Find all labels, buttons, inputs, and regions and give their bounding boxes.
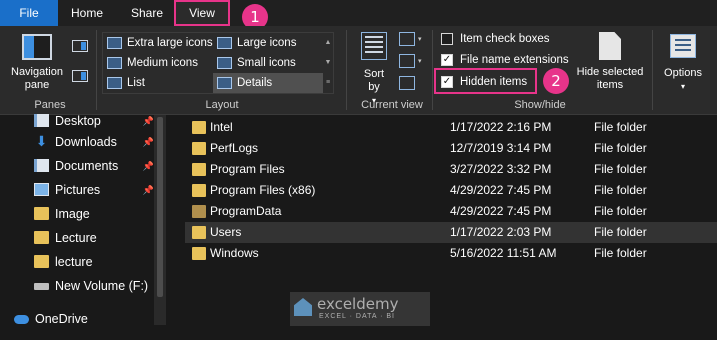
pin-icon: 📌 bbox=[142, 137, 154, 147]
ribbon-divider bbox=[432, 30, 433, 110]
tab-share[interactable]: Share bbox=[124, 0, 170, 26]
folder-icon bbox=[192, 247, 206, 260]
navigation-pane-button[interactable]: Navigation pane bbox=[6, 32, 68, 92]
navigation-pane-label: Navigation pane bbox=[11, 66, 63, 91]
step-badge-2: 2 bbox=[543, 68, 569, 94]
pin-icon: 📌 bbox=[142, 185, 154, 195]
document-icon bbox=[34, 159, 49, 172]
add-columns-icon[interactable] bbox=[399, 54, 415, 68]
ribbon-divider bbox=[652, 30, 653, 110]
layout-large-icons[interactable]: Large icons bbox=[213, 33, 323, 53]
onedrive-icon bbox=[14, 315, 29, 324]
item-check-boxes-checkbox[interactable] bbox=[441, 33, 453, 45]
tab-view[interactable]: View bbox=[174, 0, 230, 26]
chevron-down-icon: ▾ bbox=[680, 82, 685, 91]
size-columns-icon[interactable] bbox=[399, 76, 415, 90]
ribbon-divider bbox=[346, 30, 347, 110]
chevron-down-icon: ▾ bbox=[418, 36, 422, 43]
sidebar-scrollbar[interactable] bbox=[154, 115, 166, 325]
navigation-sidebar: Desktop 📌 ⬇ Downloads 📌 Documents 📌 Pict… bbox=[14, 114, 164, 340]
group-label-show-hide: Show/hide bbox=[514, 99, 566, 111]
layout-gallery-scroll[interactable]: ▲ ▼ ≡ bbox=[323, 33, 333, 93]
file-name-extensions-option[interactable]: ✓ File name extensions bbox=[440, 51, 569, 69]
navigation-pane-icon bbox=[22, 34, 52, 60]
layout-gallery: Extra large icons Large icons Medium ico… bbox=[102, 32, 334, 94]
sidebar-item-image[interactable]: Image bbox=[14, 202, 154, 226]
hidden-items-highlight bbox=[434, 68, 537, 94]
file-row-program-files-x86[interactable]: Program Files (x86) 4/29/2022 7:45 PM Fi… bbox=[185, 180, 717, 201]
file-row-program-files[interactable]: Program Files 3/27/2022 3:32 PM File fol… bbox=[185, 159, 717, 180]
sort-by-label: Sort by bbox=[363, 68, 385, 93]
sort-by-icon bbox=[361, 32, 387, 60]
sidebar-item-lecture[interactable]: Lecture bbox=[14, 226, 154, 250]
group-label-layout: Layout bbox=[205, 99, 239, 111]
chevron-down-icon: ▾ bbox=[418, 58, 422, 65]
folder-icon bbox=[34, 255, 49, 268]
layout-icon bbox=[217, 37, 232, 49]
layout-icon bbox=[107, 57, 122, 69]
file-row-intel[interactable]: Intel 1/17/2022 2:16 PM File folder bbox=[185, 117, 717, 138]
file-row-users[interactable]: Users 1/17/2022 2:03 PM File folder bbox=[185, 222, 717, 243]
folder-icon bbox=[192, 184, 206, 197]
tab-home[interactable]: Home bbox=[62, 0, 112, 26]
sidebar-item-downloads[interactable]: ⬇ Downloads 📌 bbox=[14, 130, 154, 154]
sidebar-item-lecture-lowercase[interactable]: lecture bbox=[14, 250, 154, 274]
options-button[interactable]: Options ▾ bbox=[656, 32, 710, 93]
file-row-windows[interactable]: Windows 5/16/2022 11:51 AM File folder bbox=[185, 243, 717, 264]
sidebar-item-documents[interactable]: Documents 📌 bbox=[14, 154, 154, 178]
file-row-perflogs[interactable]: PerfLogs 12/7/2019 3:14 PM File folder bbox=[185, 138, 717, 159]
file-row-programdata[interactable]: ProgramData 4/29/2022 7:45 PM File folde… bbox=[185, 201, 717, 222]
layout-medium-icons[interactable]: Medium icons bbox=[103, 53, 213, 73]
desktop-icon bbox=[34, 114, 49, 127]
folder-icon bbox=[192, 226, 206, 239]
download-icon: ⬇ bbox=[35, 133, 48, 149]
details-pane-icon[interactable] bbox=[72, 70, 88, 82]
exceldemy-logo-icon bbox=[294, 298, 312, 316]
folder-icon bbox=[192, 121, 206, 134]
file-name-extensions-checkbox[interactable]: ✓ bbox=[441, 54, 453, 66]
group-label-current-view: Current view bbox=[361, 99, 423, 111]
sort-by-button[interactable]: Sort by ▾ bbox=[358, 32, 390, 107]
sidebar-item-onedrive[interactable]: OneDrive bbox=[0, 307, 134, 331]
drive-icon bbox=[34, 283, 49, 290]
hide-selected-items-label: Hide selected items bbox=[576, 66, 644, 91]
ribbon: Navigation pane Panes Extra large icons … bbox=[0, 26, 717, 115]
layout-icon bbox=[217, 77, 232, 89]
layout-icon bbox=[217, 57, 232, 69]
tab-file[interactable]: File bbox=[0, 0, 58, 26]
hide-selected-items-button[interactable]: Hide selected items bbox=[572, 32, 648, 92]
ribbon-divider bbox=[96, 30, 97, 110]
sidebar-item-new-volume[interactable]: New Volume (F:) bbox=[14, 274, 154, 298]
options-icon bbox=[670, 34, 696, 58]
folder-icon bbox=[34, 207, 49, 220]
hidden-folder-icon bbox=[192, 205, 206, 218]
folder-icon bbox=[34, 231, 49, 244]
layout-icon bbox=[107, 77, 122, 89]
layout-details[interactable]: Details bbox=[213, 73, 323, 93]
layout-extra-large-icons[interactable]: Extra large icons bbox=[103, 33, 213, 53]
layout-small-icons[interactable]: Small icons bbox=[213, 53, 323, 73]
folder-icon bbox=[192, 142, 206, 155]
sidebar-item-pictures[interactable]: Pictures 📌 bbox=[14, 178, 154, 202]
pin-icon: 📌 bbox=[142, 161, 154, 171]
preview-pane-icon[interactable] bbox=[72, 40, 88, 52]
folder-icon bbox=[192, 163, 206, 176]
ribbon-tab-bar: File Home Share View 1 bbox=[0, 0, 717, 30]
exceldemy-watermark: exceldemy EXCEL · DATA · BI bbox=[290, 292, 430, 326]
group-by-icon[interactable] bbox=[399, 32, 415, 46]
pictures-icon bbox=[34, 183, 49, 196]
layout-icon bbox=[107, 37, 122, 49]
layout-list[interactable]: List bbox=[103, 73, 213, 93]
hide-selected-items-icon bbox=[599, 32, 621, 60]
options-label: Options bbox=[664, 67, 702, 79]
item-check-boxes-option[interactable]: Item check boxes bbox=[440, 30, 549, 48]
